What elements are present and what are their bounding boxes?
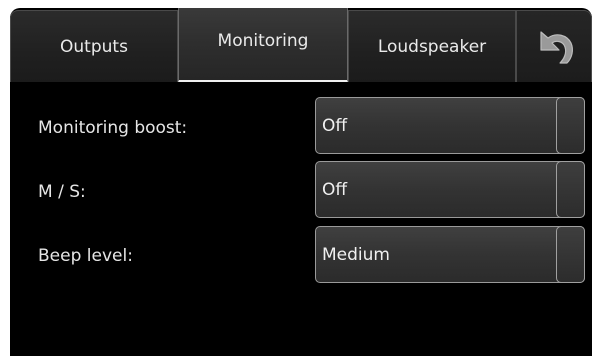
- beep-level-value: Medium: [322, 245, 390, 265]
- tab-outputs-label: Outputs: [60, 36, 128, 57]
- ms-label: M / S:: [38, 182, 86, 202]
- tab-monitoring[interactable]: Monitoring: [178, 8, 348, 82]
- beep-level-dropdown-handle[interactable]: [556, 226, 585, 283]
- device-screen: Outputs Loudspeaker Monitoring Monitorin…: [10, 8, 592, 356]
- tab-loudspeaker[interactable]: Loudspeaker: [348, 10, 516, 82]
- beep-level-label: Beep level:: [38, 246, 133, 266]
- monitoring-boost-dropdown[interactable]: Off: [315, 97, 585, 154]
- beep-level-dropdown[interactable]: Medium: [315, 226, 585, 283]
- tab-outputs[interactable]: Outputs: [10, 10, 178, 82]
- tab-bar: Outputs Loudspeaker Monitoring: [10, 8, 592, 82]
- ms-value: Off: [322, 180, 348, 200]
- tab-loudspeaker-label: Loudspeaker: [377, 36, 487, 57]
- ms-dropdown-handle[interactable]: [556, 161, 585, 218]
- ms-dropdown[interactable]: Off: [315, 161, 585, 218]
- monitoring-boost-value: Off: [322, 116, 348, 136]
- undo-arrow-icon: [540, 30, 573, 64]
- back-button[interactable]: [516, 10, 592, 82]
- tab-monitoring-label: Monitoring: [217, 30, 309, 51]
- monitoring-boost-dropdown-handle[interactable]: [556, 97, 585, 154]
- monitoring-boost-label: Monitoring boost:: [38, 118, 188, 138]
